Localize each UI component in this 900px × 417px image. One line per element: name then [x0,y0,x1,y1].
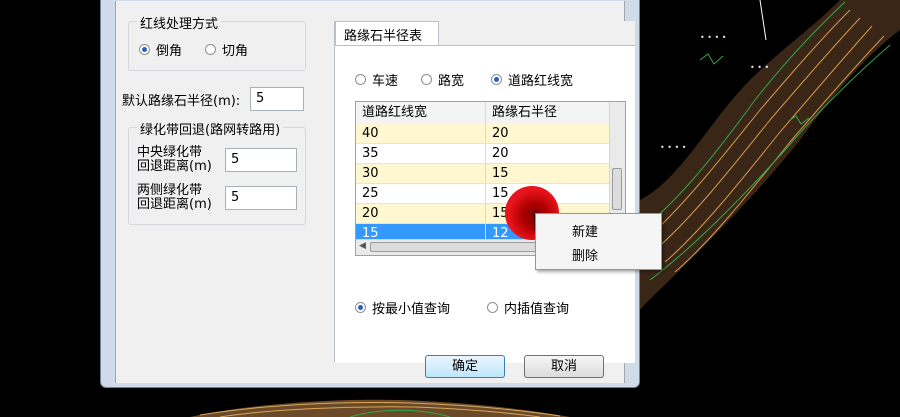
table-cell[interactable]: 15 [486,164,610,183]
central-greenbelt-label: 中央绿化带 回退距离(m) [137,146,212,174]
curb-radius-panel: 路缘石半径表 车速 路宽 道路红线宽 道路红线宽 路缘石半径 40 20 35 … [334,21,635,363]
context-menu-new[interactable]: 新建 [572,221,598,240]
default-radius-input[interactable]: 5 [250,87,304,111]
table-cell[interactable]: 30 [356,164,486,183]
side-greenbelt-label-line1: 两侧绿化带 [137,183,203,198]
redline-mode-group: 红线处理方式 倒角 切角 [128,13,306,71]
radio-redline-width-label: 道路红线宽 [508,74,574,89]
radio-cut-corner-label: 切角 [222,44,249,59]
side-greenbelt-label-line2: 回退距离(m) [137,197,212,212]
radio-speed[interactable]: 车速 [355,70,398,89]
radio-interp-query-dot[interactable] [487,302,498,313]
table-cell[interactable]: 25 [356,184,486,203]
radio-redline-width-dot[interactable] [491,74,502,85]
context-menu-delete[interactable]: 删除 [572,245,598,264]
terrain-contours: • • • • • • • • • • • [640,0,900,310]
cad-drawing-background-bottom [100,388,640,417]
svg-text:• • • •: • • • • [700,33,727,42]
cad-drawing-background: • • • • • • • • • • • [640,0,900,417]
table-row[interactable]: 30 15 [356,164,610,184]
scroll-left-arrow-icon[interactable]: ◀ [359,241,366,251]
grid-header-curb-radius[interactable]: 路缘石半径 [486,102,610,124]
radio-cut-corner-dot[interactable] [205,44,216,55]
radio-min-query-dot[interactable] [355,302,366,313]
greenbelt-legend: 绿化带回退(路网转路用) [137,119,284,138]
background-left [0,0,100,417]
radio-chamfer-dot[interactable] [139,44,150,55]
table-cell[interactable]: 20 [486,144,610,163]
table-row[interactable]: 35 20 [356,144,610,164]
radio-speed-dot[interactable] [355,74,366,85]
greenbelt-group: 绿化带回退(路网转路用) 中央绿化带 回退距离(m) 5 两侧绿化带 回退距离(… [128,119,306,225]
table-cell[interactable]: 35 [356,144,486,163]
grid-header-redline-width[interactable]: 道路红线宽 [356,102,486,124]
central-greenbelt-label-line1: 中央绿化带 [137,145,203,160]
default-radius-label: 默认路缘石半径(m): [122,94,241,109]
ok-button[interactable]: 确定 [425,355,505,378]
tab-curb-radius-table[interactable]: 路缘石半径表 [335,21,439,45]
table-row[interactable]: 40 20 [356,124,610,144]
side-greenbelt-label: 两侧绿化带 回退距离(m) [137,184,212,212]
radio-interp-query-label: 内插值查询 [504,302,570,317]
central-greenbelt-label-line2: 回退距离(m) [137,159,212,174]
radio-interp-query[interactable]: 内插值查询 [487,298,569,317]
grid-vertical-scroll-thumb[interactable] [612,168,622,210]
radio-road-width-label: 路宽 [438,74,465,89]
terrain-contours-bottom [190,399,570,417]
radio-redline-width[interactable]: 道路红线宽 [491,70,573,89]
table-cell[interactable]: 40 [356,124,486,143]
radio-chamfer[interactable]: 倒角 [139,40,182,59]
curb-radius-tabpage: 车速 路宽 道路红线宽 道路红线宽 路缘石半径 40 20 35 20 30 1… [335,45,635,363]
cancel-button[interactable]: 取消 [524,355,604,378]
table-cell[interactable]: 20 [486,124,610,143]
radio-road-width-dot[interactable] [421,74,432,85]
table-row[interactable]: 25 15 [356,184,610,204]
radio-cut-corner[interactable]: 切角 [205,40,248,59]
grid-header: 道路红线宽 路缘石半径 [356,102,610,125]
radio-road-width[interactable]: 路宽 [421,70,464,89]
redline-mode-legend: 红线处理方式 [137,13,222,32]
central-greenbelt-input[interactable]: 5 [225,148,297,172]
radio-min-query[interactable]: 按最小值查询 [355,298,450,317]
svg-text:• • • •: • • • • [660,143,687,152]
table-cell[interactable]: 20 [356,204,486,223]
context-menu: 新建 删除 [535,213,662,270]
radio-chamfer-label: 倒角 [156,44,183,59]
side-greenbelt-input[interactable]: 5 [225,186,297,210]
dialog-window: 红线处理方式 倒角 切角 默认路缘石半径(m): 5 绿化带回退(路网转路用) … [100,0,640,388]
radio-min-query-label: 按最小值查询 [372,302,451,317]
radio-speed-label: 车速 [372,74,399,89]
svg-text:• • •: • • • [750,63,769,72]
